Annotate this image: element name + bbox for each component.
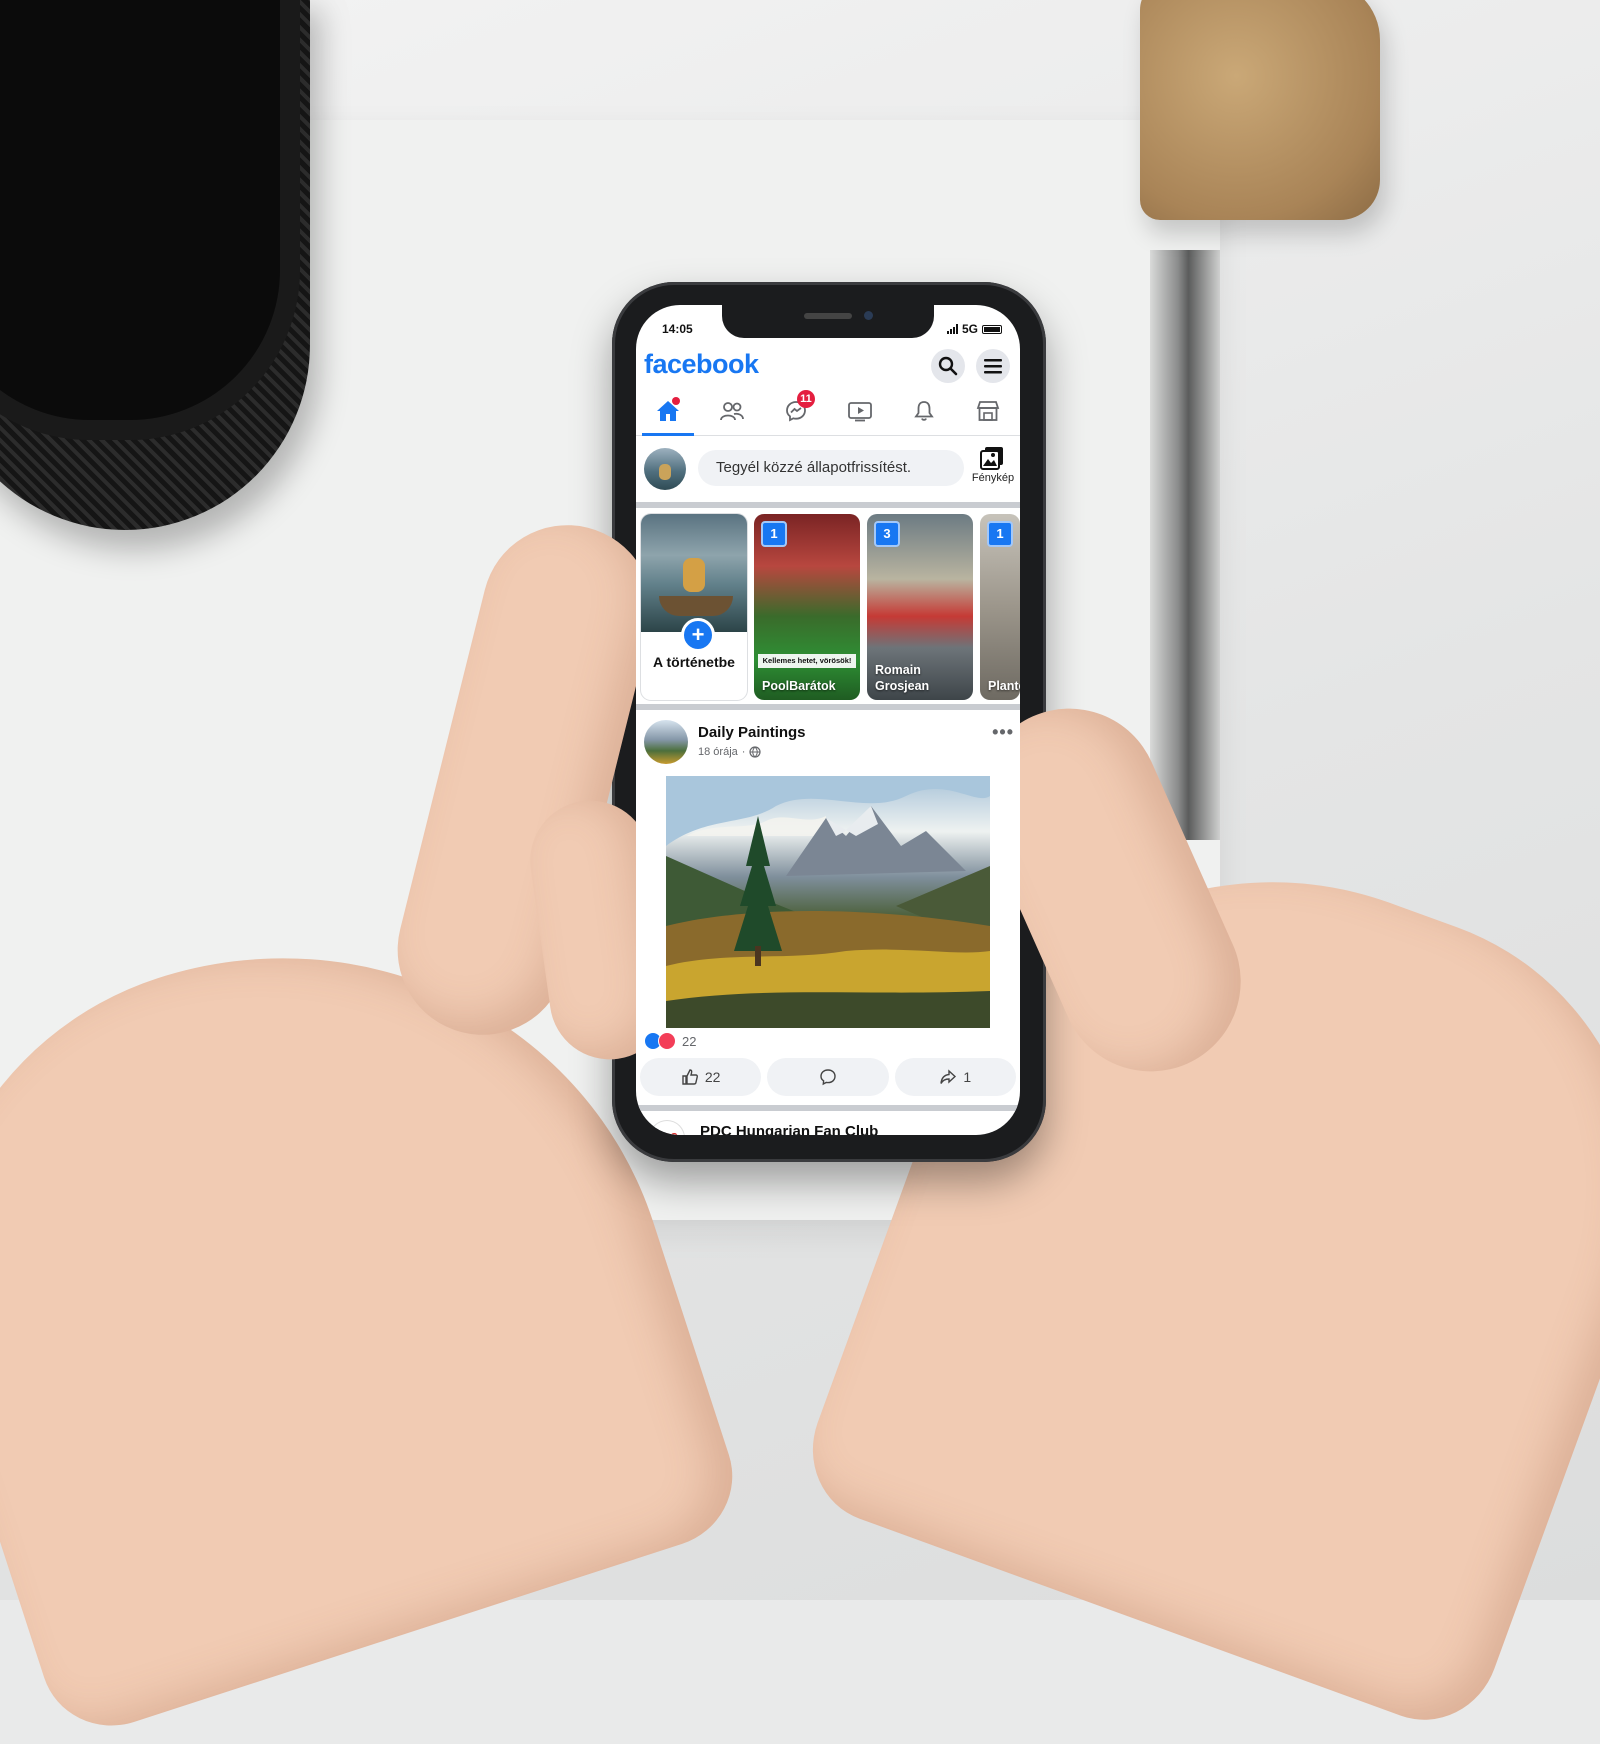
- story-caption: Kellemes hetet, vörösök!: [758, 654, 856, 668]
- comment-button[interactable]: [767, 1058, 889, 1096]
- story-author: PoolBarátok: [762, 679, 836, 693]
- story-count-badge: 3: [874, 521, 900, 547]
- tab-bar: 11: [636, 387, 1020, 436]
- globe-icon: [749, 746, 762, 758]
- share-icon: [940, 1069, 957, 1084]
- share-button[interactable]: 1: [894, 1058, 1016, 1096]
- create-story-card[interactable]: + A történetbe: [641, 514, 747, 700]
- thumbs-up-icon: [682, 1069, 698, 1085]
- plus-icon[interactable]: +: [681, 618, 715, 652]
- story-count-badge: 1: [987, 521, 1013, 547]
- cork-object: [1140, 0, 1380, 220]
- notch: [722, 305, 934, 338]
- like-count: 22: [704, 1069, 721, 1085]
- tab-notifications[interactable]: [892, 387, 956, 435]
- photo-label: Fénykép: [971, 472, 1015, 484]
- stories-tray: + A történetbe 1 Kellemes hetet, vörösök…: [636, 508, 1020, 710]
- menu-icon: [984, 359, 1002, 374]
- video-icon: [848, 402, 872, 422]
- story-card[interactable]: 3 Romain Grosjean: [867, 514, 973, 700]
- user-avatar[interactable]: [644, 448, 686, 490]
- painting-landscape: [666, 776, 990, 1028]
- story-author: Romain Grosjean: [875, 663, 930, 693]
- messenger-badge: 11: [797, 390, 815, 408]
- create-story-label: A történetbe: [653, 654, 735, 670]
- next-post-author[interactable]: PDC Hungarian Fan Club: [700, 1123, 878, 1135]
- comment-icon: [820, 1069, 836, 1086]
- search-button[interactable]: [931, 349, 965, 383]
- app-header: facebook: [636, 345, 1020, 387]
- reactions-summary[interactable]: 22: [644, 1032, 696, 1050]
- friends-icon: [720, 402, 744, 421]
- love-reaction-icon: [658, 1032, 676, 1050]
- battery-icon: [982, 324, 1002, 334]
- post-meta: 18 órája ·: [698, 746, 762, 758]
- speaker: [804, 313, 852, 319]
- post-actions: 22 1: [640, 1058, 1016, 1096]
- tab-friends[interactable]: [700, 387, 764, 435]
- share-count: 1: [963, 1069, 972, 1085]
- photo-button[interactable]: Fénykép: [966, 442, 1020, 496]
- page-avatar[interactable]: [644, 720, 688, 764]
- tab-watch[interactable]: [828, 387, 892, 435]
- more-options-button[interactable]: •••: [992, 722, 1014, 743]
- post-image-painting[interactable]: [666, 776, 990, 1028]
- tab-marketplace[interactable]: [956, 387, 1020, 435]
- front-camera: [864, 311, 873, 320]
- home-notification-dot: [672, 397, 680, 405]
- network-label: 5G: [961, 322, 978, 336]
- feed-post: Daily Paintings 18 órája · ••• 22 22 1: [636, 710, 1020, 1111]
- status-input[interactable]: Tegyél közzé állapotfrissítést.: [698, 450, 964, 486]
- bell-icon: [914, 401, 934, 421]
- status-time: 14:05: [662, 322, 693, 336]
- search-icon: [938, 356, 958, 376]
- reaction-count: 22: [682, 1033, 697, 1049]
- like-button[interactable]: 22: [640, 1058, 762, 1096]
- separator-dot: ·: [741, 746, 746, 758]
- story-author: Plante Buda: [988, 679, 1020, 693]
- facebook-logo[interactable]: facebook: [644, 349, 759, 380]
- next-feed-post: PDC PDC Hungarian Fan Club: [636, 1111, 1020, 1135]
- pen-cup-rim: [0, 0, 300, 440]
- menu-button[interactable]: [976, 349, 1010, 383]
- post-time[interactable]: 18 órája: [698, 746, 738, 758]
- story-card[interactable]: 1 Kellemes hetet, vörösök! PoolBarátok: [754, 514, 860, 700]
- story-card[interactable]: 1 Plante Buda: [980, 514, 1020, 700]
- create-story-photo: [641, 514, 747, 632]
- phone-screen: 14:05 5G facebook 11 Tegyél közzé állapo…: [636, 305, 1020, 1135]
- post-author[interactable]: Daily Paintings: [698, 724, 806, 741]
- photo-icon: [980, 447, 1003, 470]
- story-count-badge: 1: [761, 521, 787, 547]
- signal-icon: [946, 324, 958, 334]
- tab-home[interactable]: [636, 387, 700, 436]
- status-composer: Tegyél közzé állapotfrissítést. Fénykép: [636, 436, 1020, 508]
- status-indicators: 5G: [946, 322, 1002, 336]
- pdc-logo[interactable]: PDC: [650, 1121, 684, 1135]
- notebook-edge: [1150, 250, 1220, 840]
- tab-messenger[interactable]: 11: [764, 387, 828, 435]
- store-icon: [976, 401, 1000, 421]
